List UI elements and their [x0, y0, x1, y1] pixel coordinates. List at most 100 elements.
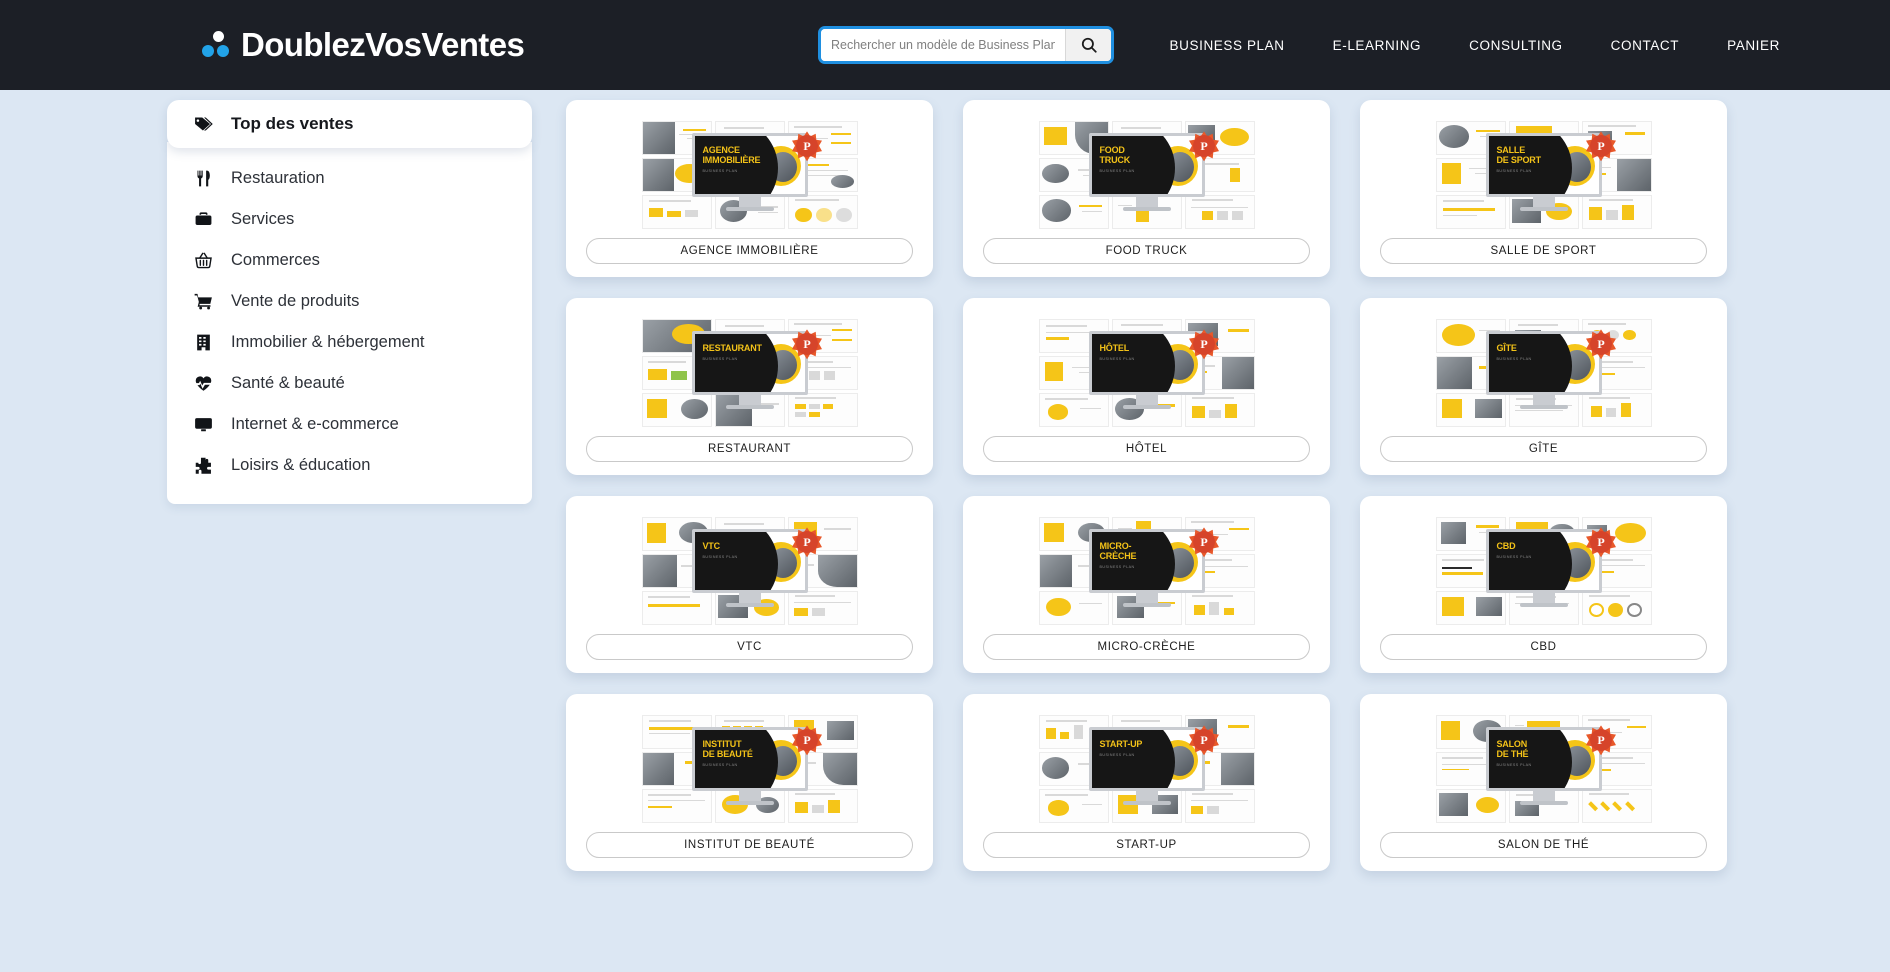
- shopping-cart-icon: [192, 291, 214, 313]
- monitor-mockup: CBD BUSINESS PLAN: [1485, 528, 1602, 607]
- slide-title: HÔTEL: [1099, 342, 1130, 353]
- briefcase-icon: [192, 209, 214, 231]
- monitor-mockup: SALLE DE SPORT BUSINESS PLAN: [1485, 132, 1602, 211]
- powerpoint-badge-icon: P: [1586, 131, 1616, 162]
- monitor-mockup: RESTAURANT BUSINESS PLAN: [691, 330, 808, 409]
- sidebar-item-vente-de-produits[interactable]: Vente de produits: [167, 281, 532, 322]
- slide-title: SALLE DE SPORT: [1496, 144, 1542, 165]
- fork-knife-icon: [192, 168, 214, 190]
- sidebar-item-sante-beaute[interactable]: Santé & beauté: [167, 363, 532, 404]
- monitor-mockup: HÔTEL BUSINESS PLAN: [1088, 330, 1205, 409]
- nav-item-contact[interactable]: CONTACT: [1587, 38, 1703, 53]
- powerpoint-badge-icon: P: [1189, 725, 1219, 756]
- nav-item-business-plan[interactable]: BUSINESS PLAN: [1146, 38, 1309, 53]
- search-bar[interactable]: [818, 26, 1114, 64]
- slide-title: MICRO-CRÈCHE: [1099, 540, 1137, 561]
- sidebar-item-label: Vente de produits: [231, 292, 360, 310]
- powerpoint-badge-icon: P: [792, 329, 822, 360]
- logo[interactable]: DoublezVosVentes: [202, 26, 525, 64]
- nav-item-panier[interactable]: PANIER: [1703, 38, 1804, 53]
- sidebar-item-label: Loisirs & éducation: [231, 456, 371, 474]
- slide-title: RESTAURANT: [702, 342, 763, 353]
- slide-title: CBD: [1496, 540, 1516, 551]
- powerpoint-badge-icon: P: [792, 527, 822, 558]
- slide-title: INSTITUT DE BEAUTÉ: [702, 738, 753, 759]
- product-thumbnail: MICRO-CRÈCHE BUSINESS PLAN P: [983, 507, 1310, 634]
- product-card[interactable]: HÔTEL BUSINESS PLAN P HÔTEL: [963, 298, 1330, 475]
- product-thumbnail: SALLE DE SPORT BUSINESS PLAN P: [1380, 111, 1707, 238]
- product-card[interactable]: AGENCE IMMOBILIÈRE BUSINESS PLAN P AGENC…: [566, 100, 933, 277]
- product-card[interactable]: SALON DE THÉ BUSINESS PLAN P SALON DE TH…: [1360, 694, 1727, 871]
- product-thumbnail: FOOD TRUCK BUSINESS PLAN P: [983, 111, 1310, 238]
- main-navigation: BUSINESS PLAN E-LEARNING CONSULTING CONT…: [1146, 0, 1890, 90]
- product-card[interactable]: RESTAURANT BUSINESS PLAN P RESTAURANT: [566, 298, 933, 475]
- product-card[interactable]: MICRO-CRÈCHE BUSINESS PLAN P MICRO-CRÈCH…: [963, 496, 1330, 673]
- product-label-button[interactable]: FOOD TRUCK: [983, 238, 1310, 264]
- slide-title: GÎTE: [1496, 342, 1517, 353]
- page-body: Top des ventes Restauration Services Com…: [0, 90, 1890, 972]
- product-grid: AGENCE IMMOBILIÈRE BUSINESS PLAN P AGENC…: [566, 100, 1856, 871]
- basket-icon: [192, 250, 214, 272]
- logo-text: DoublezVosVentes: [241, 26, 525, 63]
- category-sidebar: Top des ventes Restauration Services Com…: [167, 100, 532, 504]
- sidebar-item-restauration[interactable]: Restauration: [167, 158, 532, 199]
- product-card[interactable]: START-UP BUSINESS PLAN P START-UP: [963, 694, 1330, 871]
- powerpoint-badge-icon: P: [1586, 725, 1616, 756]
- product-thumbnail: SALON DE THÉ BUSINESS PLAN P: [1380, 705, 1707, 832]
- sidebar-item-label: Immobilier & hébergement: [231, 333, 425, 351]
- product-label-button[interactable]: GÎTE: [1380, 436, 1707, 462]
- sidebar-item-label: Top des ventes: [231, 114, 354, 133]
- product-thumbnail: HÔTEL BUSINESS PLAN P: [983, 309, 1310, 436]
- product-label-button[interactable]: VTC: [586, 634, 913, 660]
- product-label-button[interactable]: SALLE DE SPORT: [1380, 238, 1707, 264]
- tag-icon: [192, 113, 214, 135]
- sidebar-item-loisirs-education[interactable]: Loisirs & éducation: [167, 445, 532, 486]
- product-label-button[interactable]: HÔTEL: [983, 436, 1310, 462]
- powerpoint-badge-icon: P: [1586, 329, 1616, 360]
- product-card[interactable]: GÎTE BUSINESS PLAN P GÎTE: [1360, 298, 1727, 475]
- sidebar-item-label: Santé & beauté: [231, 374, 345, 392]
- monitor-mockup: VTC BUSINESS PLAN: [691, 528, 808, 607]
- powerpoint-badge-icon: P: [1189, 329, 1219, 360]
- product-label-button[interactable]: RESTAURANT: [586, 436, 913, 462]
- sidebar-item-immobilier-hebergement[interactable]: Immobilier & hébergement: [167, 322, 532, 363]
- powerpoint-badge-icon: P: [1189, 527, 1219, 558]
- search-input[interactable]: [821, 29, 1065, 61]
- monitor-mockup: GÎTE BUSINESS PLAN: [1485, 330, 1602, 409]
- powerpoint-badge-icon: P: [792, 131, 822, 162]
- product-card[interactable]: SALLE DE SPORT BUSINESS PLAN P SALLE DE …: [1360, 100, 1727, 277]
- product-label-button[interactable]: INSTITUT DE BEAUTÉ: [586, 832, 913, 858]
- sidebar-item-internet-e-commerce[interactable]: Internet & e-commerce: [167, 404, 532, 445]
- sidebar-item-commerces[interactable]: Commerces: [167, 240, 532, 281]
- category-list: Restauration Services Commerces Vente de…: [167, 142, 532, 504]
- monitor-mockup: INSTITUT DE BEAUTÉ BUSINESS PLAN: [691, 726, 808, 805]
- slide-title: SALON DE THÉ: [1496, 738, 1529, 759]
- nav-item-consulting[interactable]: CONSULTING: [1445, 38, 1587, 53]
- product-label-button[interactable]: CBD: [1380, 634, 1707, 660]
- product-label-button[interactable]: MICRO-CRÈCHE: [983, 634, 1310, 660]
- product-thumbnail: START-UP BUSINESS PLAN P: [983, 705, 1310, 832]
- product-card[interactable]: INSTITUT DE BEAUTÉ BUSINESS PLAN P INSTI…: [566, 694, 933, 871]
- sidebar-item-top-des-ventes[interactable]: Top des ventes: [167, 100, 532, 148]
- product-label-button[interactable]: START-UP: [983, 832, 1310, 858]
- sidebar-item-label: Internet & e-commerce: [231, 415, 399, 433]
- nav-item-e-learning[interactable]: E-LEARNING: [1309, 38, 1446, 53]
- slide-title: START-UP: [1099, 738, 1143, 749]
- sidebar-item-label: Commerces: [231, 251, 320, 269]
- product-thumbnail: GÎTE BUSINESS PLAN P: [1380, 309, 1707, 436]
- product-card[interactable]: CBD BUSINESS PLAN P CBD: [1360, 496, 1727, 673]
- sidebar-item-services[interactable]: Services: [167, 199, 532, 240]
- building-icon: [192, 332, 214, 354]
- product-card[interactable]: FOOD TRUCK BUSINESS PLAN P FOOD TRUCK: [963, 100, 1330, 277]
- product-label-button[interactable]: AGENCE IMMOBILIÈRE: [586, 238, 913, 264]
- monitor-mockup: AGENCE IMMOBILIÈRE BUSINESS PLAN: [691, 132, 808, 211]
- search-icon: [1080, 36, 1098, 54]
- monitor-mockup: MICRO-CRÈCHE BUSINESS PLAN: [1088, 528, 1205, 607]
- search-button[interactable]: [1065, 29, 1111, 61]
- puzzle-icon: [192, 455, 214, 477]
- powerpoint-badge-icon: P: [1189, 131, 1219, 162]
- product-card[interactable]: VTC BUSINESS PLAN P VTC: [566, 496, 933, 673]
- sidebar-item-label: Services: [231, 210, 295, 228]
- monitor-icon: [192, 414, 214, 436]
- product-label-button[interactable]: SALON DE THÉ: [1380, 832, 1707, 858]
